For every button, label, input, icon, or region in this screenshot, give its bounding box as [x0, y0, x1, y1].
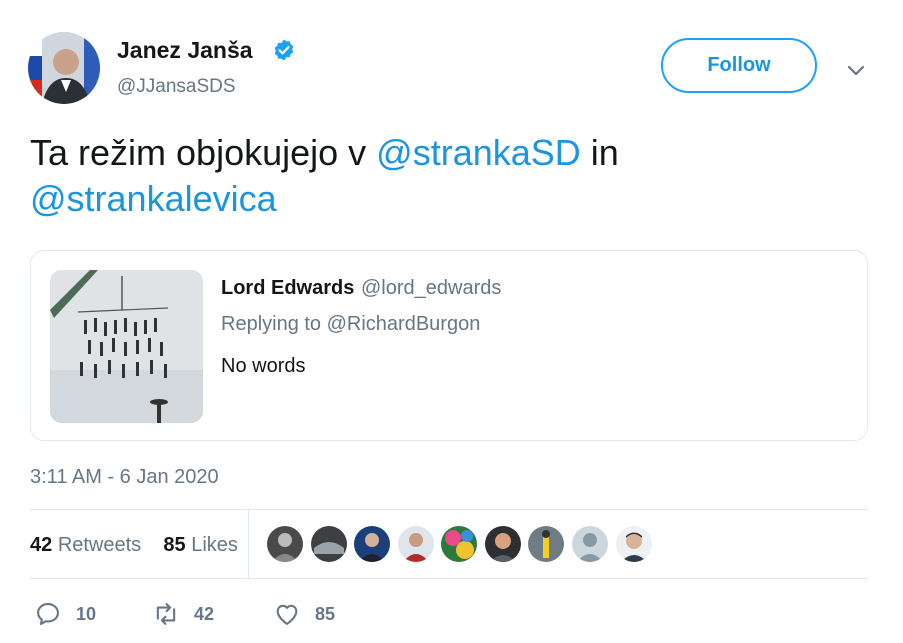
liker-avatar[interactable] — [528, 526, 564, 562]
retweet-count: 42 — [194, 603, 215, 624]
divider — [30, 509, 868, 510]
quoted-tweet-text: No words — [221, 355, 306, 377]
tweet-text-part: in — [580, 132, 619, 173]
quoted-replying-to: Replying to @RichardBurgon — [221, 313, 481, 335]
reply-icon — [37, 603, 59, 625]
quoted-tweet-card[interactable]: Lord Edwards @lord_edwards Replying to @… — [30, 250, 868, 441]
retweets-stat[interactable]: 42 Retweets — [30, 534, 141, 556]
like-count: 85 — [315, 603, 336, 624]
liker-avatar[interactable] — [354, 526, 390, 562]
mention-link-strankalevica[interactable]: @strankalevica — [30, 178, 277, 219]
liker-avatar-default[interactable] — [572, 526, 608, 562]
liker-avatar[interactable] — [441, 526, 477, 562]
author-name[interactable]: Janez Janša — [117, 37, 253, 64]
liker-avatar[interactable] — [485, 526, 521, 562]
quoted-tweet-image[interactable] — [50, 270, 203, 423]
quoted-author-name[interactable]: Lord Edwards — [221, 277, 354, 300]
liker-avatar[interactable] — [398, 526, 434, 562]
quoted-author-handle[interactable]: @lord_edwards — [361, 277, 501, 300]
likes-count: 85 — [163, 534, 186, 556]
retweets-label: Retweets — [57, 534, 142, 556]
heart-icon — [276, 604, 298, 625]
divider — [30, 578, 868, 579]
liker-avatar[interactable] — [267, 526, 303, 562]
tweet-stats: 42 Retweets 85 Likes — [30, 534, 238, 557]
verified-badge-icon — [272, 38, 296, 62]
liker-avatar[interactable] — [616, 526, 652, 562]
reply-count: 10 — [76, 603, 97, 624]
follow-button[interactable]: Follow — [661, 38, 817, 93]
retweet-icon — [156, 603, 176, 625]
reply-action[interactable]: 10 — [34, 600, 96, 628]
mention-link-strankasd[interactable]: @strankaSD — [376, 132, 581, 173]
stats-divider — [248, 510, 249, 578]
tweet-text-part: Ta režim objokujejo v — [30, 132, 377, 173]
author-avatar[interactable] — [28, 32, 100, 104]
tweet-timestamp[interactable]: 3:11 AM - 6 Jan 2020 — [30, 466, 219, 489]
chevron-down-icon[interactable] — [845, 59, 867, 81]
author-handle[interactable]: @JJansaSDS — [117, 76, 236, 98]
likes-stat[interactable]: 85 Likes — [163, 534, 238, 556]
retweets-count: 42 — [30, 534, 53, 556]
liker-avatar[interactable] — [311, 526, 347, 562]
retweet-action[interactable]: 42 — [152, 600, 214, 628]
likes-label: Likes — [191, 534, 238, 556]
like-action[interactable]: 85 — [273, 600, 335, 628]
tweet-text: Ta režim objokujejo v @strankaSD in @str… — [30, 130, 850, 222]
